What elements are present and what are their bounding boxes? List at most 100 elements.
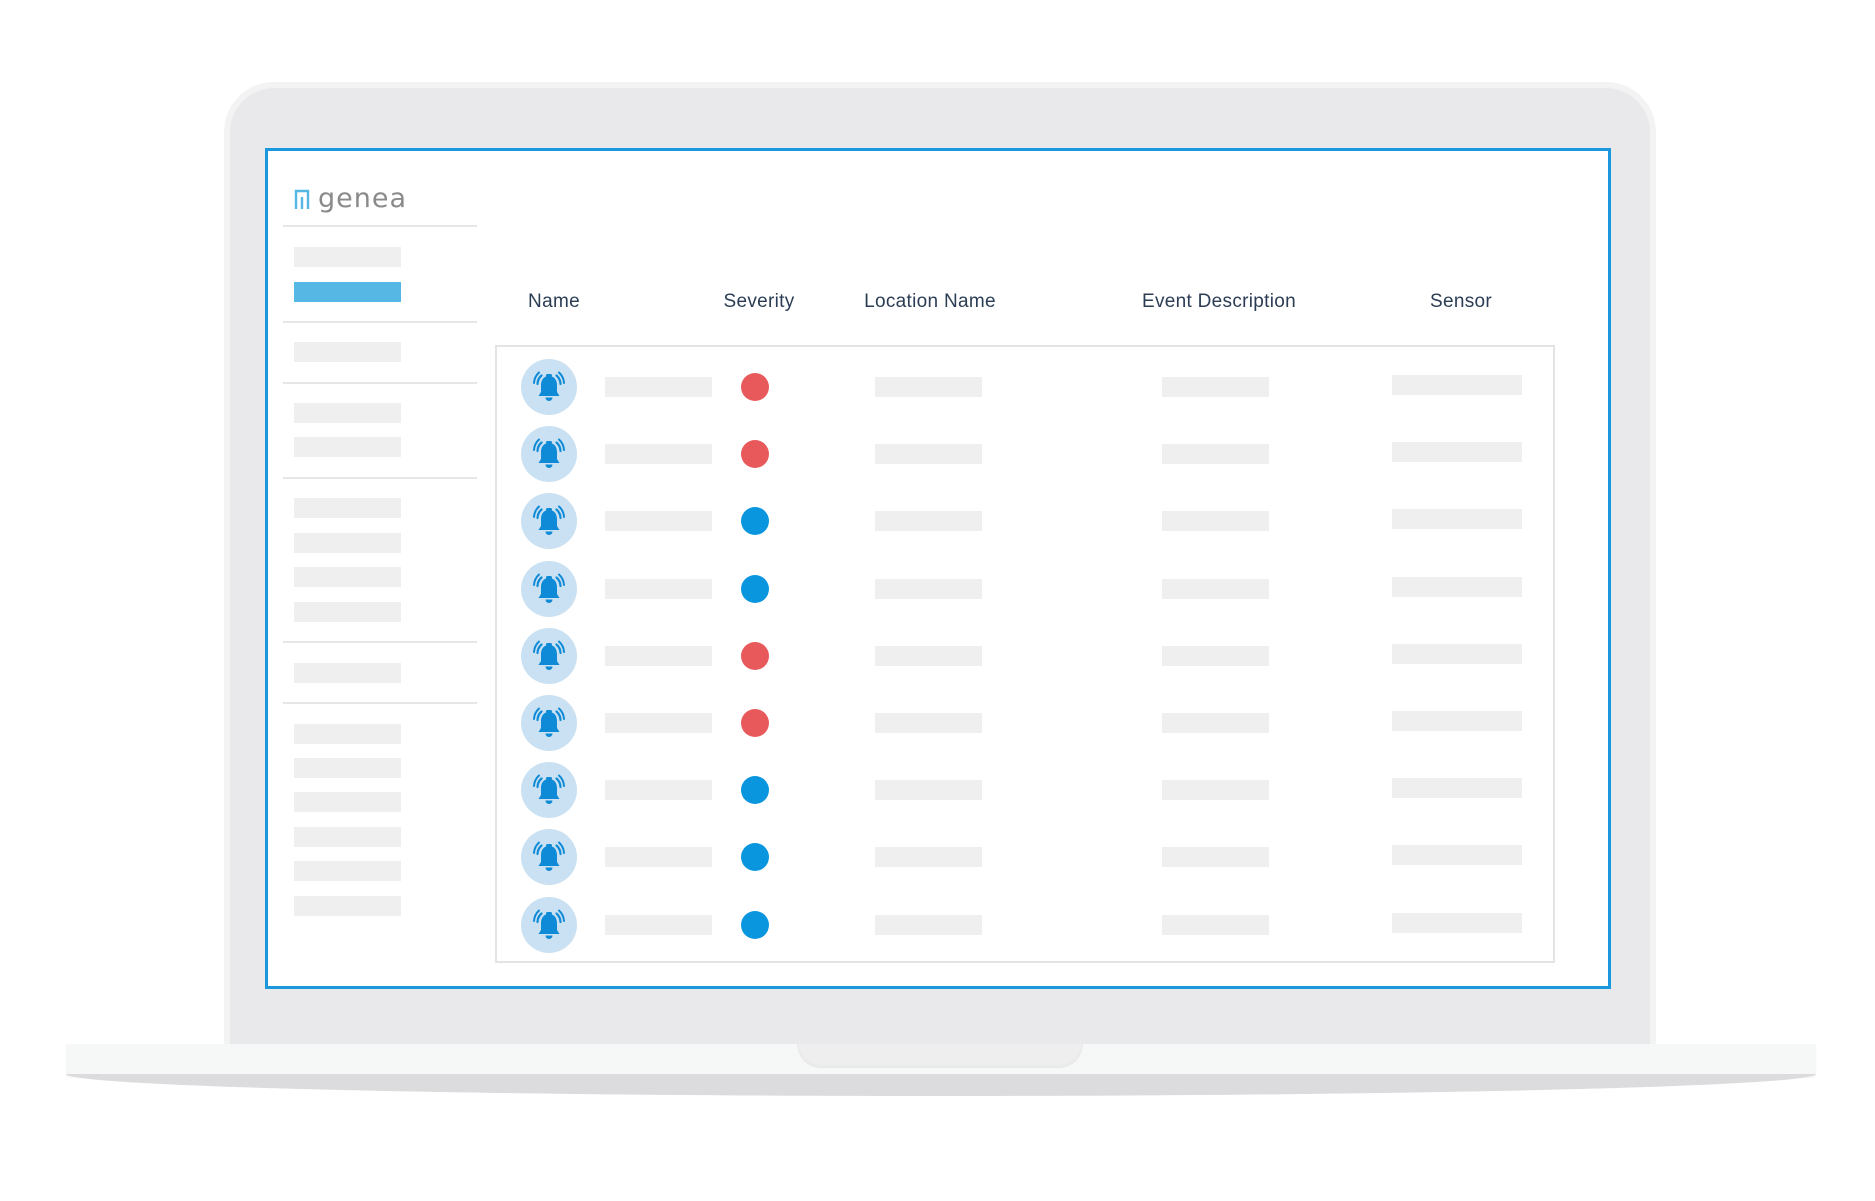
alarm-bell-icon <box>533 640 565 670</box>
table-row[interactable] <box>497 493 1553 550</box>
name-cell <box>605 847 712 868</box>
name-cell <box>605 780 712 801</box>
name-cell <box>605 511 712 532</box>
event-description-cell <box>1162 713 1269 733</box>
alarm-avatar <box>521 829 577 886</box>
event-description-cell <box>1162 847 1269 868</box>
location-cell <box>875 578 982 599</box>
event-description-cell <box>1162 377 1269 397</box>
sidebar-item[interactable] <box>294 567 401 587</box>
laptop-notch <box>797 1044 1083 1068</box>
genea-logo-icon <box>294 189 310 209</box>
sidebar-item-active[interactable] <box>294 282 401 302</box>
event-description-cell <box>1162 780 1269 801</box>
column-header-name[interactable]: Name <box>528 291 580 313</box>
name-cell <box>605 444 712 465</box>
name-cell <box>605 914 712 935</box>
location-cell <box>875 444 982 465</box>
alarm-avatar <box>521 896 577 953</box>
alarm-avatar <box>521 762 577 819</box>
table-row[interactable] <box>497 426 1553 483</box>
sensor-cell <box>1392 576 1522 597</box>
sidebar-item[interactable] <box>294 602 401 622</box>
column-header-event[interactable]: Event Description <box>1142 291 1296 313</box>
severity-indicator-low <box>741 776 769 805</box>
severity-indicator-low <box>741 574 769 603</box>
sidebar-divider <box>283 477 477 479</box>
table-row[interactable] <box>497 560 1553 617</box>
sidebar-item[interactable] <box>294 247 401 267</box>
alarm-bell-icon <box>533 371 565 401</box>
sensor-cell <box>1392 912 1522 933</box>
sidebar-item[interactable] <box>294 437 401 457</box>
event-description-cell <box>1162 578 1269 599</box>
table-row[interactable] <box>497 627 1553 684</box>
severity-indicator-high <box>741 440 769 469</box>
alarm-bell-icon <box>533 707 565 737</box>
brand-logo[interactable]: genea <box>294 185 407 212</box>
sensor-cell <box>1392 643 1522 664</box>
severity-indicator-high <box>741 641 769 670</box>
severity-indicator-high <box>741 373 769 401</box>
table-row[interactable] <box>497 359 1553 415</box>
alarm-avatar <box>521 426 577 483</box>
severity-indicator-low <box>741 910 769 939</box>
table-row[interactable] <box>497 762 1553 819</box>
column-header-severity[interactable]: Severity <box>723 291 794 313</box>
sidebar-divider <box>283 382 477 384</box>
column-header-sensor[interactable]: Sensor <box>1430 291 1492 313</box>
event-description-cell <box>1162 511 1269 532</box>
alarm-bell-icon <box>533 841 565 872</box>
location-cell <box>875 645 982 666</box>
sidebar-item[interactable] <box>294 663 401 683</box>
location-cell <box>875 847 982 868</box>
sidebar-item[interactable] <box>294 758 401 778</box>
table-row[interactable] <box>497 896 1553 953</box>
severity-indicator-low <box>741 843 769 872</box>
sensor-cell <box>1392 711 1522 731</box>
sidebar-item[interactable] <box>294 827 401 847</box>
alarm-table <box>495 345 1555 963</box>
alarm-bell-icon <box>533 438 565 469</box>
sidebar-item[interactable] <box>294 498 401 518</box>
name-cell <box>605 713 712 733</box>
sidebar-divider <box>283 225 477 227</box>
location-cell <box>875 713 982 733</box>
sidebar-item[interactable] <box>294 861 401 881</box>
alarm-avatar <box>521 695 577 751</box>
event-description-cell <box>1162 444 1269 465</box>
alarm-bell-icon <box>533 909 565 939</box>
alarm-bell-icon <box>533 505 565 536</box>
sidebar-item[interactable] <box>294 896 401 916</box>
alarm-avatar <box>521 627 577 684</box>
location-cell <box>875 914 982 935</box>
sidebar-item[interactable] <box>294 403 401 423</box>
event-description-cell <box>1162 645 1269 666</box>
sidebar-item[interactable] <box>294 792 401 812</box>
laptop-base-lip <box>66 1074 1816 1096</box>
location-cell <box>875 511 982 532</box>
severity-indicator-low <box>741 507 769 536</box>
app-screen: genea Name Severity Location Name Event … <box>265 148 1611 989</box>
sidebar-divider <box>283 641 477 643</box>
sidebar-item[interactable] <box>294 724 401 744</box>
sensor-cell <box>1392 778 1522 799</box>
location-cell <box>875 377 982 397</box>
event-description-cell <box>1162 914 1269 935</box>
table-row[interactable] <box>497 829 1553 886</box>
sidebar-item[interactable] <box>294 342 401 362</box>
brand-name: genea <box>318 183 408 214</box>
location-cell <box>875 780 982 801</box>
sensor-cell <box>1392 375 1522 395</box>
table-row[interactable] <box>497 695 1553 751</box>
sidebar-divider <box>283 702 477 704</box>
sidebar-item[interactable] <box>294 533 401 553</box>
name-cell <box>605 377 712 397</box>
alarm-avatar <box>521 493 577 550</box>
alarm-bell-icon <box>533 573 565 603</box>
severity-indicator-high <box>741 709 769 737</box>
sensor-cell <box>1392 442 1522 463</box>
column-header-location[interactable]: Location Name <box>864 291 996 313</box>
sidebar-divider <box>283 321 477 323</box>
alarm-bell-icon <box>533 774 565 805</box>
